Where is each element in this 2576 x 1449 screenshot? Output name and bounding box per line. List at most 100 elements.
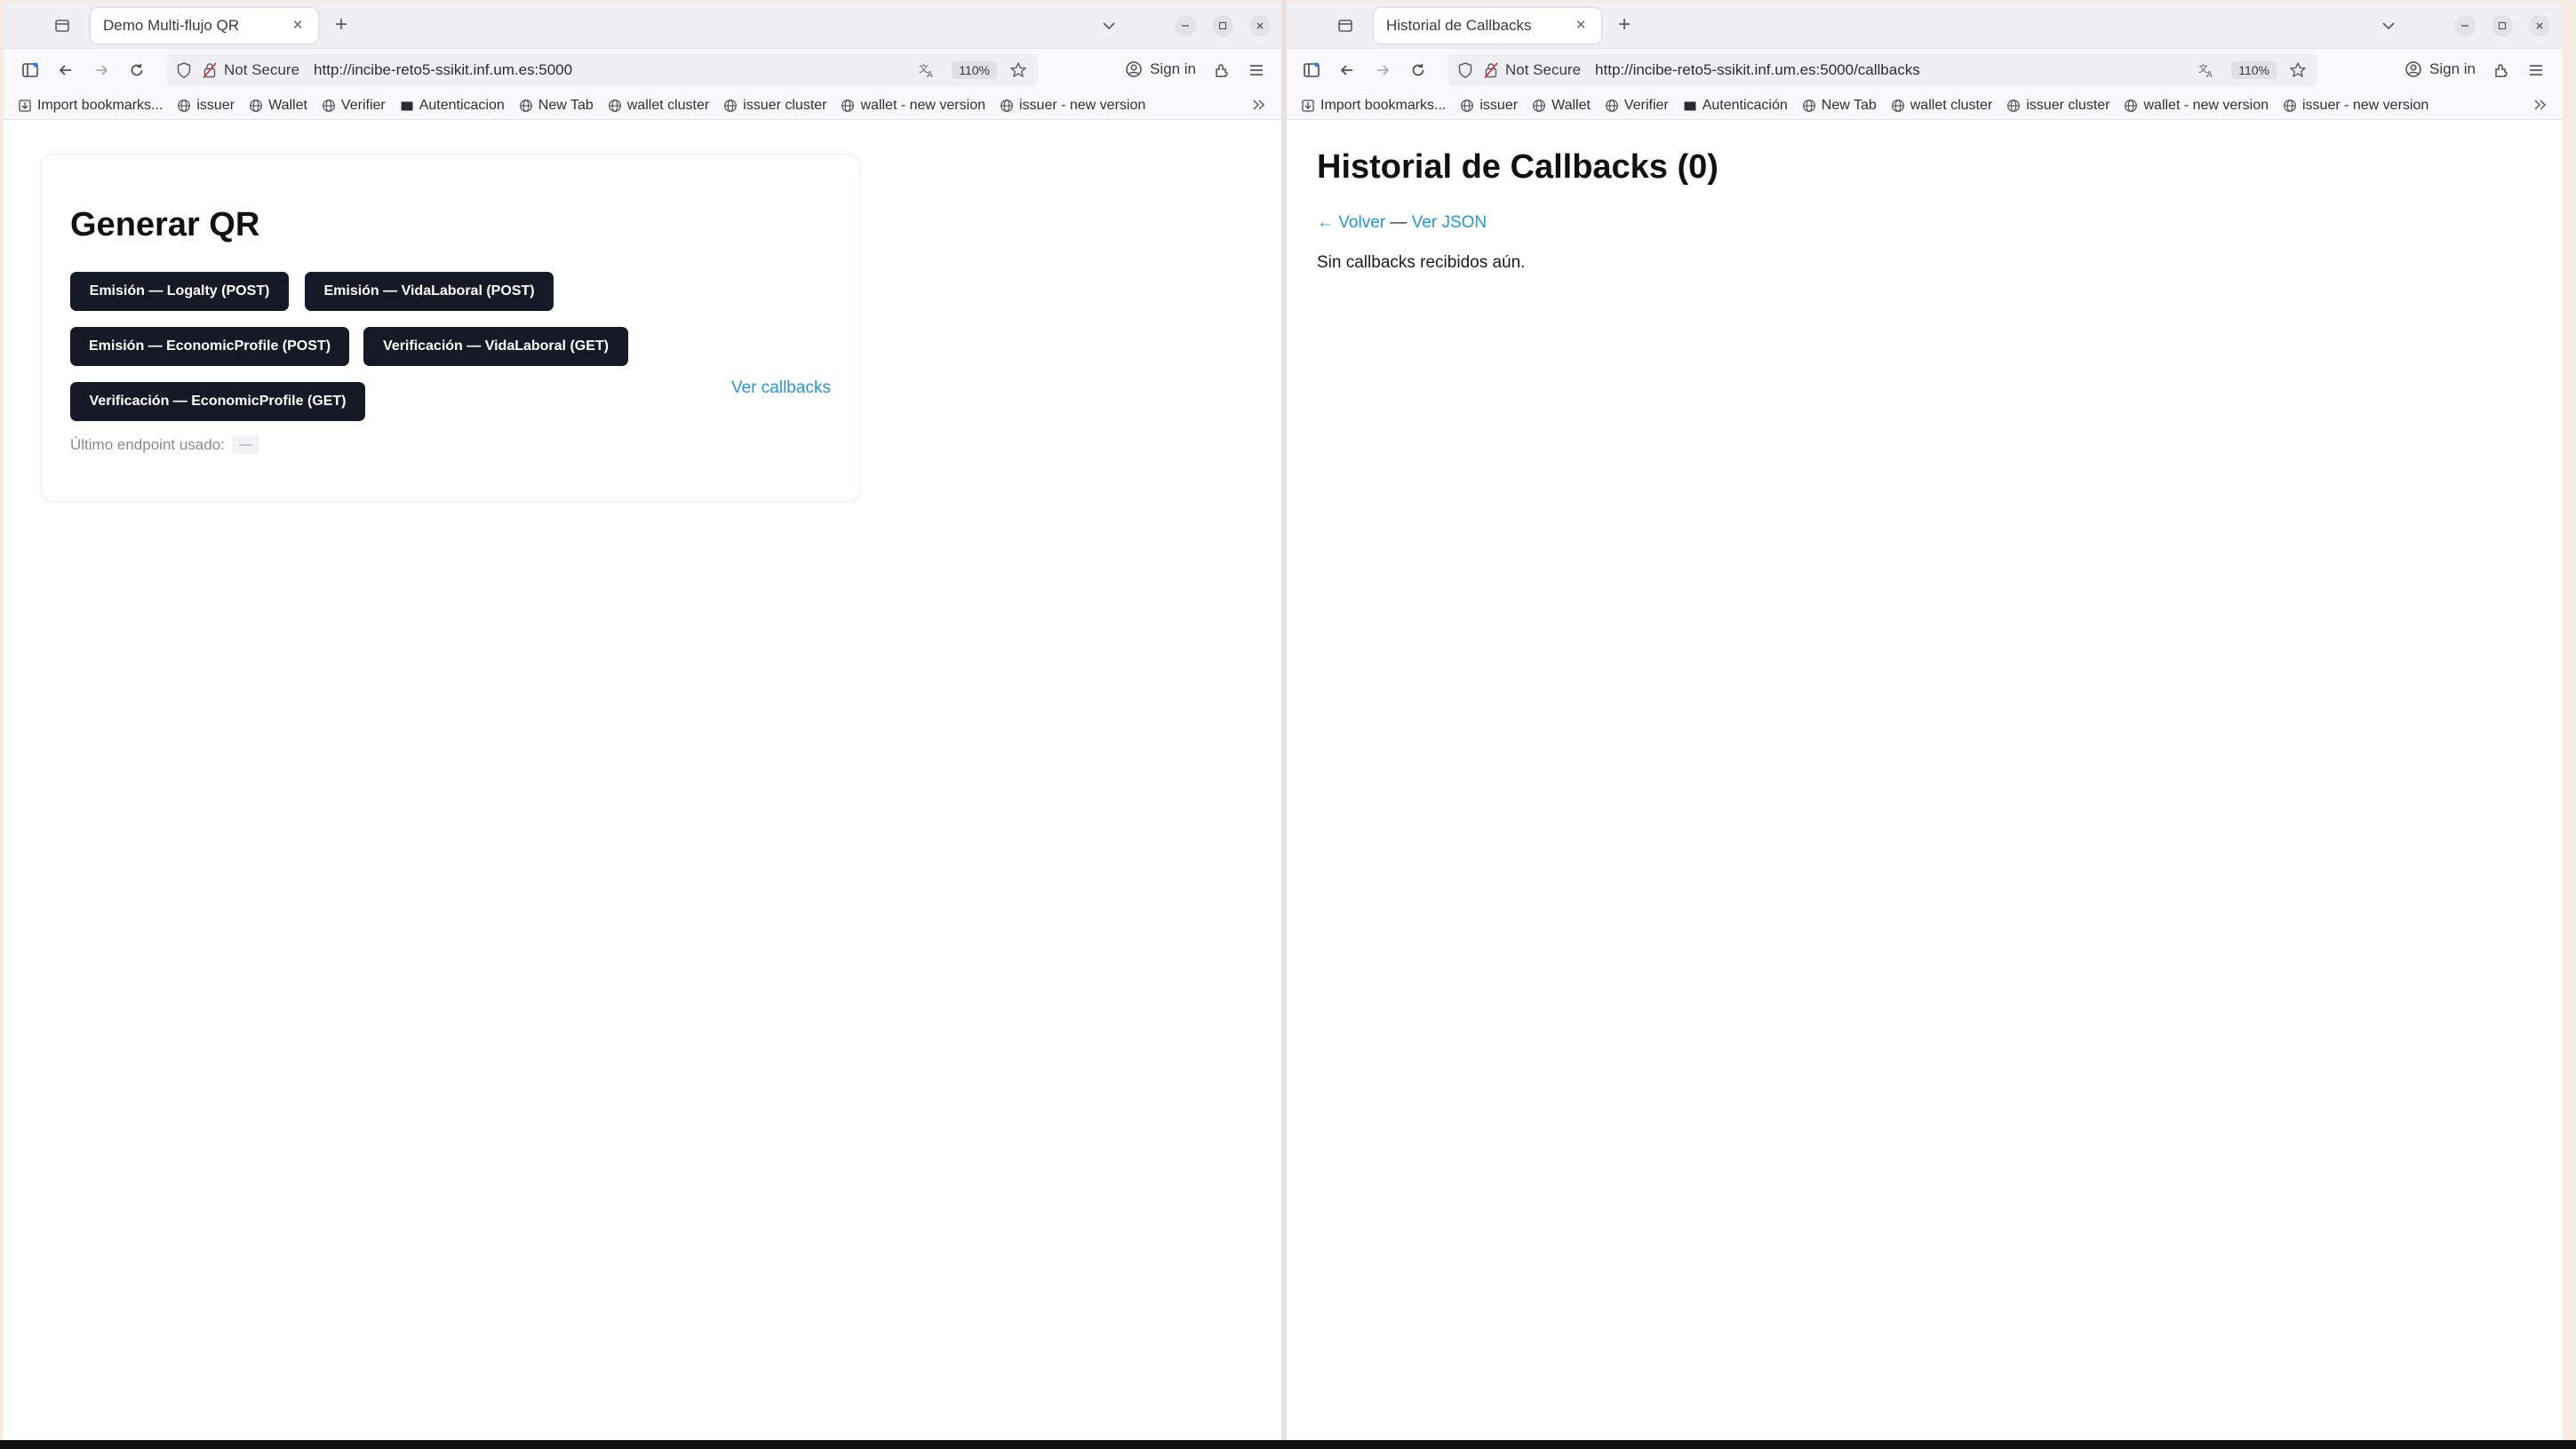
maximize-icon[interactable] — [1212, 15, 1233, 36]
emision-economicprofile-button[interactable]: Emisión — EconomicProfile (POST) — [70, 327, 349, 366]
bookmark-wallet[interactable]: Wallet — [1532, 98, 1591, 114]
ver-callbacks-link[interactable]: Ver callbacks — [731, 378, 831, 398]
folder-icon — [1683, 98, 1698, 113]
window-close-icon[interactable] — [1249, 15, 1271, 36]
tab-title: Demo Multi-flujo QR — [103, 17, 240, 34]
menu-icon[interactable] — [2524, 58, 2548, 83]
bookmarks-overflow-icon[interactable] — [2531, 96, 2550, 115]
last-endpoint-row: Último endpoint usado: — — [70, 435, 259, 454]
bookmark-label: New Tab — [538, 97, 594, 113]
url-bar[interactable]: Not Secure http://incibe-reto5-ssikit.in… — [1448, 54, 2317, 86]
url-text[interactable]: http://incibe-reto5-ssikit.inf.um.es:500… — [314, 61, 918, 79]
url-bar[interactable]: Not Secure http://incibe-reto5-ssikit.in… — [167, 54, 1038, 86]
lock-icon[interactable] — [203, 60, 219, 80]
bookmark-wallet-cluster[interactable]: wallet cluster — [1891, 98, 1992, 114]
tab-demo-multiflujo[interactable]: Demo Multi-flujo QR × — [91, 8, 318, 44]
url-text[interactable]: http://incibe-reto5-ssikit.inf.um.es:500… — [1595, 61, 2197, 79]
translate-icon[interactable]: 文A — [2197, 61, 2219, 79]
bookmark-issuer[interactable]: issuer — [177, 98, 235, 114]
bookmark-issuer[interactable]: issuer — [1460, 98, 1518, 114]
chevron-down-icon[interactable] — [1098, 15, 1120, 36]
new-tab-button[interactable]: + — [1612, 13, 1637, 38]
not-secure-label: Not Secure — [224, 61, 300, 78]
shield-icon[interactable] — [1457, 60, 1477, 80]
tab-list-icon[interactable] — [50, 13, 75, 38]
bookmark-wallet-new-version[interactable]: wallet - new version — [841, 98, 985, 114]
globe-icon — [1000, 98, 1015, 113]
tab-strip: Historial de Callbacks × + — [1287, 3, 2563, 49]
chevron-down-icon[interactable] — [2378, 15, 2399, 36]
verificacion-economicprofile-button[interactable]: Verificación — EconomicProfile (GET) — [70, 382, 365, 421]
tab-list-icon[interactable] — [1333, 13, 1358, 38]
emision-vidalaboral-button[interactable]: Emisión — VidaLaboral (POST) — [305, 272, 554, 311]
bookmark-new-tab[interactable]: New Tab — [1802, 98, 1877, 114]
lock-icon[interactable] — [1484, 60, 1500, 80]
bookmark-label: Autenticación — [1702, 97, 1788, 113]
folder-icon — [400, 98, 415, 113]
bookmark-label: Wallet — [1551, 97, 1591, 113]
bookmark-label: wallet cluster — [626, 97, 710, 113]
bookmark-new-tab[interactable]: New Tab — [519, 98, 594, 114]
globe-icon — [249, 98, 264, 113]
reload-icon[interactable] — [1406, 58, 1431, 83]
back-arrow-icon[interactable] — [1335, 58, 1360, 83]
menu-icon[interactable] — [1244, 58, 1269, 83]
new-tab-button[interactable]: + — [329, 13, 354, 38]
bookmarks-overflow-icon[interactable] — [1249, 96, 1269, 115]
extensions-icon[interactable] — [2488, 58, 2513, 83]
window-close-icon[interactable] — [2529, 15, 2550, 36]
link-separator: — — [1385, 213, 1412, 232]
back-arrow-icon[interactable] — [53, 58, 78, 83]
maximize-icon[interactable] — [2492, 15, 2513, 36]
sign-in-label: Sign in — [1150, 60, 1196, 77]
screen-edge — [2563, 0, 2576, 1449]
verificacion-vidalaboral-button[interactable]: Verificación — VidaLaboral (GET) — [363, 327, 628, 366]
bookmark-issuer-new-version[interactable]: issuer - new version — [2283, 98, 2428, 114]
bookmark-autenticacion[interactable]: Autenticación — [1683, 98, 1788, 114]
bookmark-issuer-cluster[interactable]: issuer cluster — [2006, 98, 2109, 114]
tab-historial-callbacks[interactable]: Historial de Callbacks × — [1374, 8, 1601, 44]
translate-icon[interactable]: 文A — [918, 61, 939, 79]
bookmark-label: Verifier — [340, 97, 386, 113]
bookmark-wallet-cluster[interactable]: wallet cluster — [608, 98, 709, 114]
import-icon — [18, 98, 33, 113]
sign-in-button[interactable]: Sign in — [1125, 60, 1196, 79]
shield-icon[interactable] — [176, 60, 195, 80]
star-icon[interactable] — [2289, 61, 2309, 79]
globe-icon — [841, 98, 856, 113]
bookmark-autenticacion[interactable]: Autenticacion — [400, 98, 505, 114]
sidebar-toggle-icon[interactable] — [1299, 58, 1324, 83]
star-icon[interactable] — [1009, 61, 1029, 79]
globe-icon — [177, 98, 192, 113]
emision-logalty-button[interactable]: Emisión — Logalty (POST) — [70, 272, 289, 311]
forward-arrow-icon[interactable] — [89, 58, 114, 83]
sidebar-toggle-icon[interactable] — [18, 58, 43, 83]
reload-icon[interactable] — [124, 58, 149, 83]
bookmark-verifier[interactable]: Verifier — [1605, 98, 1669, 114]
ver-json-link[interactable]: Ver JSON — [1412, 213, 1487, 232]
volver-link[interactable]: ← Volver — [1317, 213, 1385, 232]
globe-icon — [1802, 98, 1817, 113]
minimize-icon[interactable] — [2454, 15, 2476, 36]
bookmark-verifier[interactable]: Verifier — [322, 98, 386, 114]
zoom-level-badge[interactable]: 110% — [952, 61, 997, 79]
bookmark-wallet[interactable]: Wallet — [249, 98, 307, 114]
forward-arrow-icon[interactable] — [1370, 58, 1395, 83]
bookmark-wallet-new-version[interactable]: wallet - new version — [2124, 98, 2269, 114]
bookmark-issuer-new-version[interactable]: issuer - new version — [1000, 98, 1145, 114]
window-split-divider[interactable] — [1281, 0, 1287, 1440]
zoom-level-badge[interactable]: 110% — [2231, 61, 2277, 79]
bookmark-issuer-cluster[interactable]: issuer cluster — [723, 98, 826, 114]
bookmark-label: issuer — [196, 97, 235, 113]
bookmark-import[interactable]: Import bookmarks... — [18, 98, 163, 114]
tab-close-icon[interactable]: × — [290, 16, 306, 36]
bookmarks-bar: Import bookmarks... issuer Wallet Verifi… — [1287, 92, 2563, 120]
minimize-icon[interactable] — [1175, 15, 1196, 36]
extensions-icon[interactable] — [1208, 58, 1233, 83]
globe-icon — [608, 98, 623, 113]
bookmark-label: issuer cluster — [743, 97, 827, 113]
tab-close-icon[interactable]: × — [1573, 16, 1589, 36]
sign-in-button[interactable]: Sign in — [2405, 60, 2476, 79]
account-icon — [1125, 60, 1144, 79]
bookmark-import[interactable]: Import bookmarks... — [1301, 98, 1446, 114]
